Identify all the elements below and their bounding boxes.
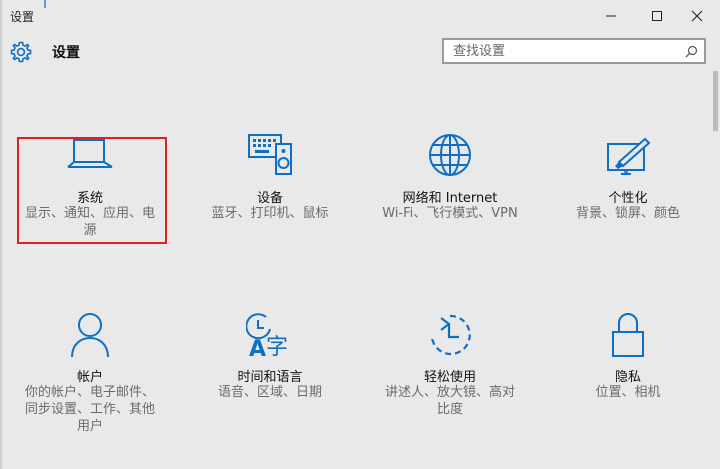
search-box[interactable]: [442, 38, 706, 64]
time-language-icon: A 字: [246, 313, 288, 358]
tile-name: 个性化: [608, 191, 648, 206]
tile-ease-of-access[interactable]: 轻松使用 讲述人、放大镜、高对 比度: [365, 312, 535, 437]
tile-description: 语音、区域、日期: [217, 385, 322, 400]
close-button[interactable]: [674, 0, 720, 31]
tile-name: 帐户: [76, 370, 103, 385]
title-accent: [44, 0, 46, 8]
tile-name: 时间和语言: [237, 370, 303, 385]
globe-icon: [429, 134, 471, 176]
tile-devices[interactable]: 设备 蓝牙、打印机、鼠标: [185, 132, 355, 250]
tile-description: 位置、相机: [595, 385, 661, 400]
tile-description: 讲述人、放大镜、高对 比度: [384, 385, 515, 417]
tile-description: 你的帐户、电子邮件、 同步设置、工作、其他 用户: [24, 385, 155, 434]
tile-name: 轻松使用: [423, 370, 476, 385]
page-title: 设置: [52, 45, 80, 61]
window-title: 设置: [10, 10, 35, 24]
tile-name: 设备: [256, 191, 283, 206]
tile-name: 网络和 Internet: [402, 191, 498, 206]
search-input[interactable]: [444, 40, 674, 62]
tile-network[interactable]: 网络和 Internet Wi-Fi、飞行模式、VPN: [365, 132, 535, 250]
tile-accounts[interactable]: 帐户 你的帐户、电子邮件、 同步设置、工作、其他 用户: [5, 312, 175, 437]
devices-icon: [248, 134, 292, 175]
gear-icon: [10, 41, 32, 63]
tile-description: 背景、锁屏、颜色: [575, 206, 680, 221]
lock-icon: [612, 313, 644, 357]
scrollbar[interactable]: [713, 71, 718, 131]
person-icon: [71, 313, 109, 358]
search-icon[interactable]: [685, 45, 698, 58]
personalization-icon: [607, 137, 651, 175]
minimize-icon: [606, 15, 616, 16]
tile-name: 隐私: [614, 370, 641, 385]
close-icon: [691, 10, 703, 21]
settings-header: 设置: [0, 31, 720, 81]
svg-text:字: 字: [266, 335, 288, 358]
minimize-button[interactable]: [588, 0, 634, 31]
title-bar: 设置: [0, 0, 720, 31]
selection-highlight: [17, 137, 167, 244]
tile-personalization[interactable]: 个性化 背景、锁屏、颜色: [543, 132, 713, 250]
maximize-icon: [652, 10, 662, 21]
ease-of-access-icon: [430, 314, 471, 356]
tile-description: 蓝牙、打印机、鼠标: [211, 206, 329, 221]
svg-text:A: A: [249, 337, 266, 358]
tile-time-language[interactable]: A 字 时间和语言 语音、区域、日期: [185, 312, 355, 437]
tile-privacy[interactable]: 隐私 位置、相机: [543, 312, 713, 437]
tile-description: Wi-Fi、飞行模式、VPN: [382, 206, 518, 221]
